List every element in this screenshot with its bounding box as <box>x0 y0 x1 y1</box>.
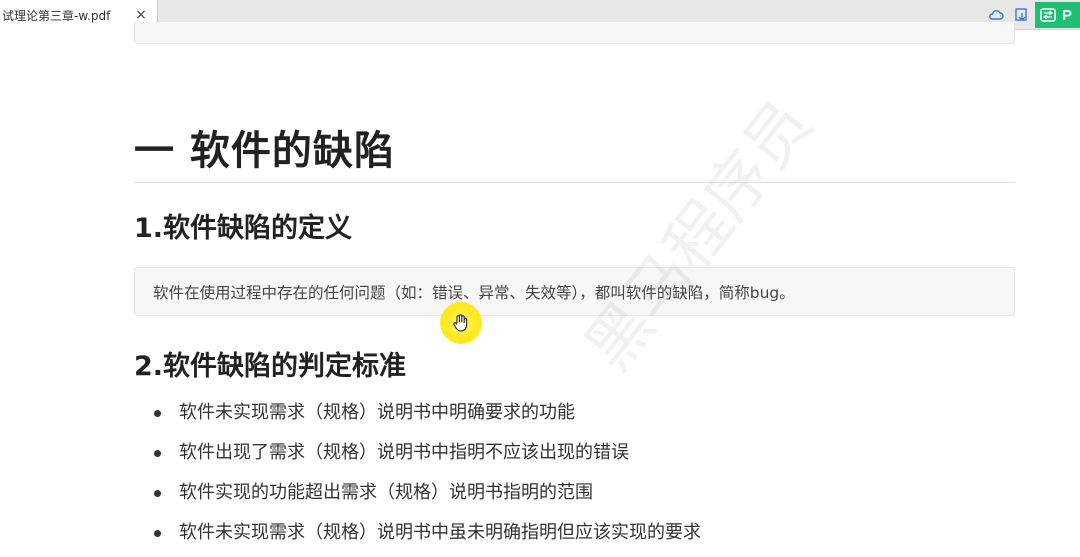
save-to-device-icon[interactable] <box>1014 7 1030 23</box>
tab-close-icon[interactable]: × <box>133 7 149 23</box>
tab-title: 试理论第三章-w.pdf <box>2 8 111 23</box>
definition-blockquote: 软件在使用过程中存在的任何问题（如：错误、异常、失效等），都叫软件的缺陷，简称b… <box>134 267 1015 316</box>
section-heading-definition: 1.软件缺陷的定义 <box>134 213 353 244</box>
list-item: 软件出现了需求（规格）说明书中指明不应该出现的错误 <box>154 438 701 478</box>
hand-pointer-icon <box>453 314 468 332</box>
app-letter: P <box>1062 6 1073 24</box>
pdf-app-icon[interactable]: P <box>1035 2 1080 28</box>
heading-divider <box>134 182 1015 183</box>
list-item: 软件未实现需求（规格）说明书中明确要求的功能 <box>154 398 701 438</box>
criteria-list: 软件未实现需求（规格）说明书中明确要求的功能 软件出现了需求（规格）说明书中指明… <box>154 398 701 557</box>
list-item: 软件未实现需求（规格）说明书中虽未明确指明但应该实现的要求 <box>154 518 701 557</box>
list-item: 软件实现的功能超出需求（规格）说明书指明的范围 <box>154 478 701 518</box>
document-swap-icon <box>1040 8 1056 22</box>
cloud-icon[interactable] <box>988 7 1004 23</box>
section-heading-criteria: 2.软件缺陷的判定标准 <box>134 351 407 382</box>
code-block-remnant <box>134 22 1015 44</box>
chapter-heading: 一 软件的缺陷 <box>134 128 395 174</box>
watermark-text: 黑马程序员 <box>571 87 828 385</box>
definition-text: 软件在使用过程中存在的任何问题（如：错误、异常、失效等），都叫软件的缺陷，简称b… <box>153 283 795 302</box>
